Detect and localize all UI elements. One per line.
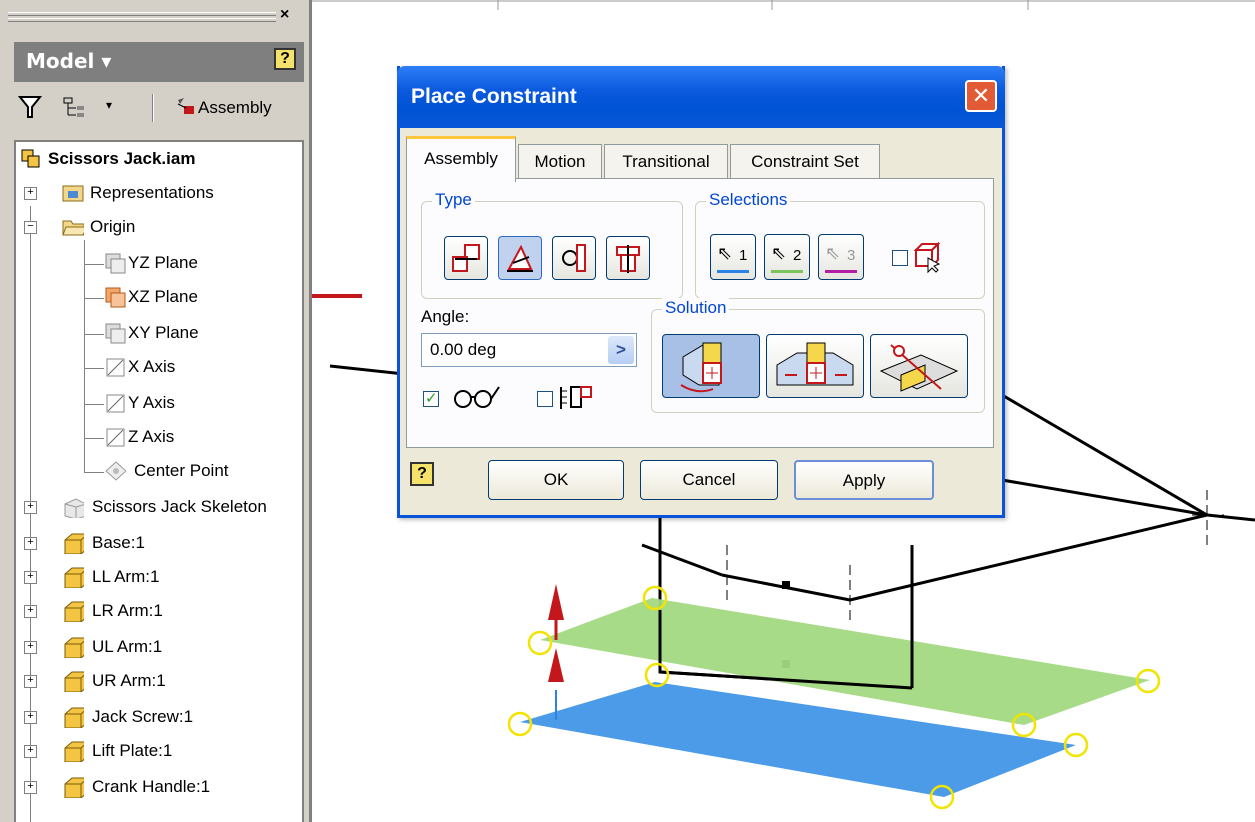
cursor-arrow-icon: ⇖ [771, 243, 787, 263]
selections-group: Selections ⇖ 1 ⇖ 2 ⇖ 3 [695, 190, 985, 299]
dialog-title-bar[interactable]: Place Constraint ✕ [397, 66, 1005, 128]
directed-angle-button[interactable] [662, 334, 760, 398]
plane-icon [105, 287, 126, 308]
explicit-reference-vector-icon [879, 344, 959, 392]
glasses-icon [454, 386, 500, 408]
hierarchy-icon[interactable] [62, 96, 98, 118]
assembly-view-button[interactable]: Assembly [174, 96, 272, 118]
first-part-checkbox[interactable] [892, 250, 908, 266]
cursor-arrow-icon: ⇖ [717, 243, 733, 263]
insert-button[interactable] [606, 236, 650, 280]
callout-arrow [312, 294, 362, 298]
first-part-icon [913, 242, 941, 274]
assembly-label: Assembly [198, 98, 272, 117]
offset-orientation-icon [560, 386, 592, 409]
preview-checkbox[interactable]: ✓ [423, 390, 439, 407]
assembly-icon [21, 149, 40, 168]
part-icon [64, 741, 84, 762]
center-point-icon [105, 461, 126, 481]
cancel-button[interactable]: Cancel [640, 460, 778, 500]
selection-1-button[interactable]: ⇖ 1 [710, 234, 756, 280]
model-dropdown[interactable]: Model ▾ [26, 49, 111, 73]
close-button[interactable]: ✕ [965, 80, 997, 112]
directed-angle-icon [680, 342, 722, 393]
axis-icon [106, 428, 125, 447]
skeleton-part-icon [64, 498, 84, 518]
insert-icon [616, 245, 640, 273]
part-icon [64, 707, 84, 728]
part-icon [64, 533, 84, 554]
panel-grip[interactable] [8, 8, 276, 26]
cursor-arrow-icon: ⇖ [825, 243, 841, 263]
axis-icon [106, 358, 125, 377]
tab-transitional[interactable]: Transitional [604, 144, 728, 180]
assembly-icon [177, 98, 194, 114]
part-icon [64, 567, 84, 588]
model-tree: Scissors Jack.iam + Representations − Or… [14, 140, 304, 822]
panel-close-button[interactable]: × [280, 6, 289, 24]
part-icon [64, 671, 84, 692]
assembly-tab-panel: Type Selections ⇖ 1 ⇖ 2 ⇖ 3 Angle: 0.00 … [406, 178, 994, 448]
explicit-reference-vector-button[interactable] [870, 334, 968, 398]
angle-input[interactable]: 0.00 deg > [421, 333, 637, 367]
expand-icon[interactable]: + [24, 675, 37, 688]
selection-2-button[interactable]: ⇖ 2 [764, 234, 810, 280]
type-label: Type [432, 190, 475, 210]
tangent-icon [562, 244, 586, 272]
apply-button[interactable]: Apply [794, 460, 934, 500]
predict-offset-checkbox[interactable] [537, 391, 553, 407]
plane-icon [105, 253, 126, 274]
angle-button[interactable] [498, 236, 542, 280]
normal-arrows [548, 584, 564, 720]
tab-assembly[interactable]: Assembly [406, 136, 516, 182]
undirected-angle-button[interactable] [766, 334, 864, 398]
solution-group: Solution [651, 298, 985, 413]
expand-icon[interactable]: + [24, 711, 37, 724]
dialog-title: Place Constraint [411, 85, 577, 108]
mate-button[interactable] [444, 236, 488, 280]
plane-icon [105, 323, 126, 344]
toolbar-separator [152, 94, 154, 122]
selection-3-button[interactable]: ⇖ 3 [818, 234, 864, 280]
check-icon: ✓ [425, 390, 438, 407]
expand-icon[interactable]: + [24, 571, 37, 584]
tangent-button[interactable] [552, 236, 596, 280]
place-constraint-dialog: Place Constraint ✕ Assembly Motion Trans… [397, 66, 1005, 518]
expand-icon[interactable]: + [24, 187, 37, 200]
angle-more-button[interactable]: > [608, 336, 634, 364]
expand-icon[interactable]: + [24, 605, 37, 618]
part-icon [64, 777, 84, 798]
open-folder-icon [62, 220, 84, 236]
part-icon [64, 601, 84, 622]
model-header[interactable]: Model ▾ ? [14, 42, 304, 82]
filter-icon[interactable] [18, 94, 42, 120]
expand-icon[interactable]: + [24, 537, 37, 550]
expand-icon[interactable]: + [24, 501, 37, 514]
browser-toolbar: ▾ Assembly [14, 86, 304, 130]
expand-icon[interactable]: + [24, 641, 37, 654]
tab-constraint-set[interactable]: Constraint Set [730, 144, 880, 180]
selections-label: Selections [706, 190, 791, 210]
axis-icon [106, 394, 125, 413]
expand-icon[interactable]: + [24, 745, 37, 758]
chevron-down-icon[interactable]: ▾ [106, 98, 112, 112]
help-icon[interactable]: ? [410, 462, 434, 486]
ok-button[interactable]: OK [488, 460, 624, 500]
mate-icon [452, 244, 480, 272]
undirected-angle-icon [776, 342, 854, 386]
type-group: Type [421, 190, 683, 299]
part-icon [64, 637, 84, 658]
help-icon[interactable]: ? [274, 48, 296, 70]
representations-folder-icon [62, 185, 84, 202]
expand-icon[interactable]: + [24, 781, 37, 794]
collapse-icon[interactable]: − [24, 221, 37, 234]
angle-label: Angle: [421, 307, 470, 326]
model-browser-panel: × Model ▾ ? ▾ Assembly Scissors Jack.iam [0, 0, 312, 822]
tab-motion[interactable]: Motion [518, 144, 602, 180]
solution-label: Solution [662, 298, 730, 318]
angle-icon [507, 244, 533, 272]
